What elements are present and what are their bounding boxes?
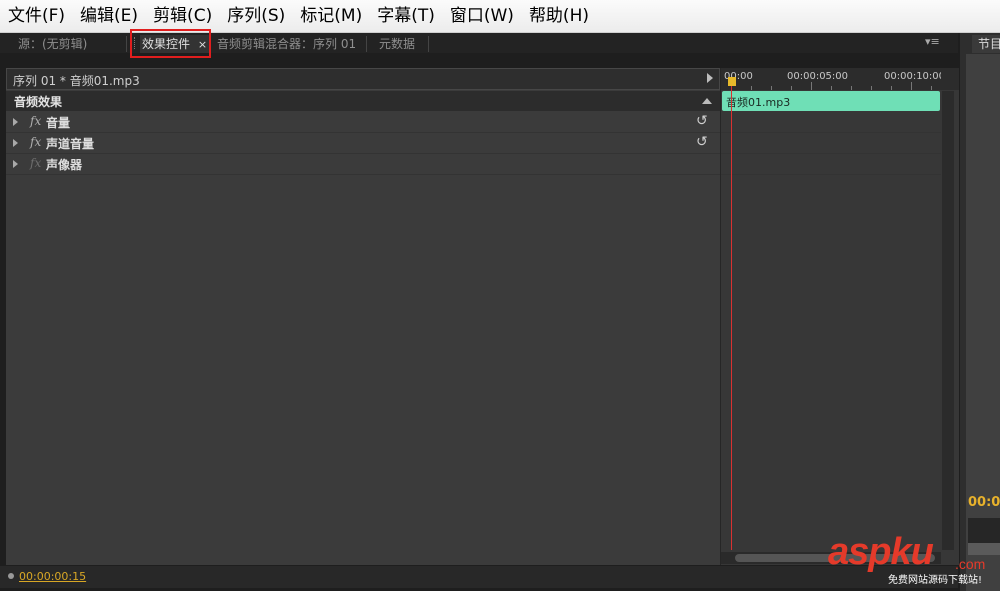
ruler-tick	[931, 86, 932, 90]
fx-toggle-icon[interactable]: fx	[30, 135, 41, 149]
ruler-tick	[891, 86, 892, 90]
program-monitor-panel: 节目 00:00	[960, 33, 1000, 591]
ruler-tick	[831, 86, 832, 90]
ruler-tick	[911, 82, 912, 90]
ruler-tick	[871, 86, 872, 90]
audio-effects-title: 音频效果	[14, 95, 63, 109]
time-ruler[interactable]: 00:00 00:00:05:00 00:00:10:00	[721, 68, 959, 90]
effect-timeline-pane: 00:00 00:00:05:00 00:00:10:00 音频01.mp3	[720, 68, 959, 565]
timecode-label: 00:00:05:00	[787, 71, 849, 82]
effects-list-pane: 序列 01 * 音频01.mp3 音频效果 fx 音量 ↺ fx 声道音量 ↺ …	[6, 68, 720, 565]
status-bar: 00:00:00:15	[0, 566, 958, 588]
program-scrollbar[interactable]	[968, 543, 1000, 555]
ruler-tick	[851, 86, 852, 90]
effect-name: 声道音量	[46, 137, 95, 151]
menu-file[interactable]: 文件(F)	[0, 0, 72, 32]
effect-name: 音量	[46, 116, 71, 130]
menu-sequence[interactable]: 序列(S)	[219, 0, 292, 32]
effect-row-channel-volume[interactable]: fx 声道音量 ↺	[6, 133, 720, 154]
menu-marker[interactable]: 标记(M)	[292, 0, 369, 32]
expand-triangle-icon[interactable]	[13, 139, 18, 147]
menu-edit[interactable]: 编辑(E)	[72, 0, 145, 32]
tab-program[interactable]: 节目	[972, 35, 1000, 53]
vertical-scrollbar[interactable]	[942, 91, 954, 550]
clip-header-row[interactable]: 序列 01 * 音频01.mp3	[6, 68, 720, 90]
show-timeline-arrow-icon[interactable]	[707, 73, 713, 83]
effect-name: 声像器	[46, 158, 83, 172]
fx-toggle-icon[interactable]: fx	[30, 156, 41, 170]
highlight-annotation	[130, 29, 211, 58]
tab-divider	[428, 36, 429, 52]
effect-row-panner[interactable]: fx 声像器	[6, 154, 720, 175]
menu-help[interactable]: 帮助(H)	[521, 0, 596, 32]
playhead-handle-icon[interactable]	[728, 77, 736, 86]
track-row-divider	[721, 132, 941, 133]
effect-row-volume[interactable]: fx 音量 ↺	[6, 112, 720, 133]
fx-toggle-icon[interactable]: fx	[30, 114, 41, 128]
reset-icon[interactable]: ↺	[696, 134, 708, 150]
collapse-up-icon[interactable]	[702, 98, 712, 104]
tab-divider	[366, 36, 367, 52]
audio-clip-bar[interactable]: 音频01.mp3	[722, 91, 940, 111]
menu-title[interactable]: 字幕(T)	[369, 0, 442, 32]
tab-audio-clip-mixer[interactable]: 音频剪辑混合器：序列 01	[217, 35, 356, 53]
reset-icon[interactable]: ↺	[696, 113, 708, 129]
watermark-domain: .com	[955, 556, 986, 572]
current-timecode[interactable]: 00:00:00:15	[19, 570, 86, 583]
ruler-tick	[791, 86, 792, 90]
ruler-tick	[751, 86, 752, 90]
expand-triangle-icon[interactable]	[13, 160, 18, 168]
tab-metadata[interactable]: 元数据	[379, 35, 415, 53]
program-zoom-field[interactable]	[968, 518, 1000, 543]
ruler-tick	[771, 86, 772, 90]
menu-window[interactable]: 窗口(W)	[442, 0, 521, 32]
panel-menu-icon[interactable]: ▾≡	[925, 35, 940, 48]
track-row-divider	[721, 153, 941, 154]
watermark-logo: aspku	[828, 531, 934, 573]
tab-source[interactable]: 源：(无剪辑)	[18, 35, 87, 53]
program-monitor-body	[966, 54, 1000, 591]
expand-triangle-icon[interactable]	[13, 118, 18, 126]
ruler-tick	[811, 82, 812, 90]
tab-divider	[126, 36, 127, 52]
effect-controls-panel: 序列 01 * 音频01.mp3 音频效果 fx 音量 ↺ fx 声道音量 ↺ …	[6, 68, 959, 565]
program-timecode[interactable]: 00:00	[968, 495, 1000, 510]
playhead-line[interactable]	[731, 85, 732, 550]
track-row-divider	[721, 174, 941, 175]
watermark-slogan: 免费网站源码下载站!	[888, 575, 983, 586]
menu-clip[interactable]: 剪辑(C)	[145, 0, 219, 32]
timecode-label: 00:00:10:00	[884, 71, 941, 82]
clip-path-label: 序列 01 * 音频01.mp3	[13, 74, 140, 88]
audio-effects-header[interactable]: 音频效果	[6, 91, 720, 111]
marker-icon	[8, 573, 14, 579]
audio-clip-label: 音频01.mp3	[726, 96, 791, 109]
